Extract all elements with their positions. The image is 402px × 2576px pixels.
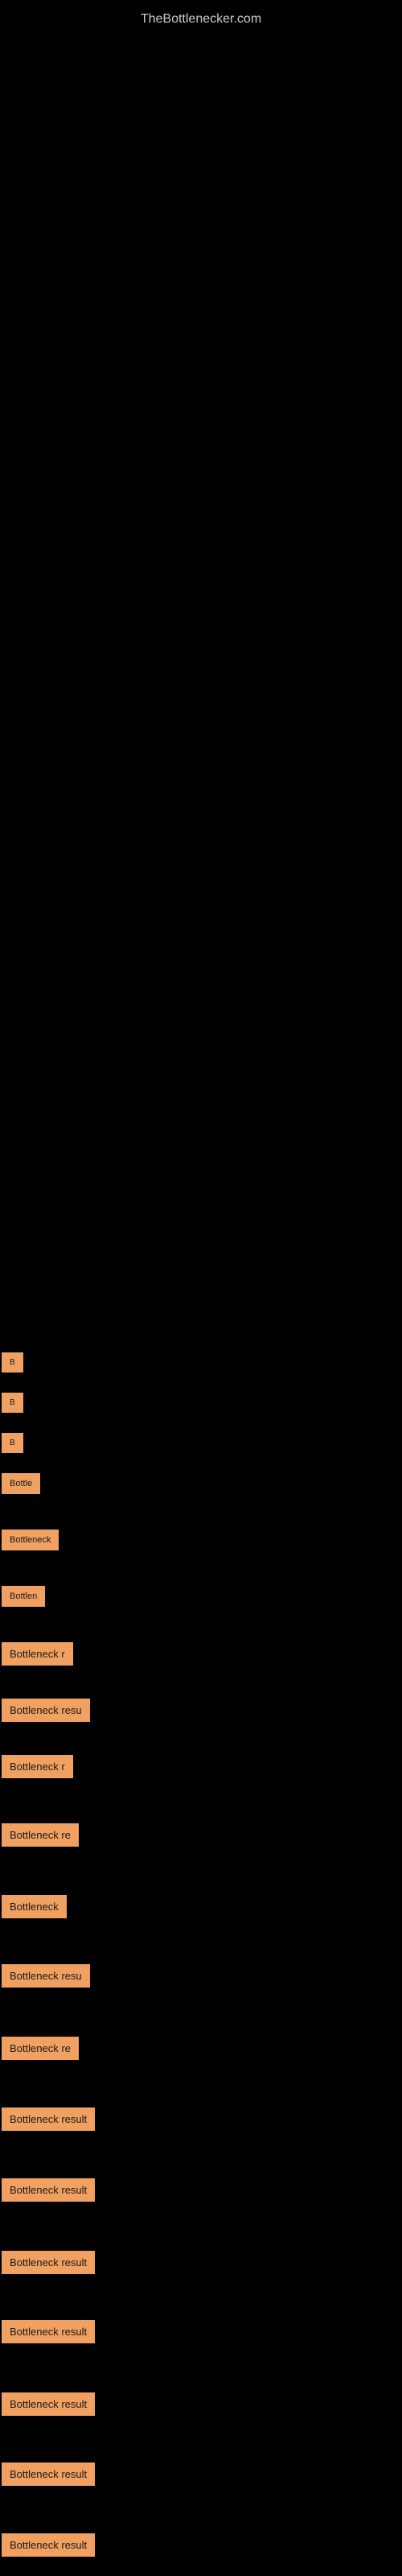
result-row-6: Bottlen — [0, 1586, 45, 1607]
result-row-8: Bottleneck resu — [0, 1699, 90, 1722]
result-row-5: Bottleneck — [0, 1530, 59, 1550]
result-badge-16: Bottleneck result — [2, 2251, 95, 2274]
result-badge-6: Bottlen — [2, 1586, 45, 1607]
result-badge-7: Bottleneck r — [2, 1642, 73, 1666]
result-badge-11: Bottleneck — [2, 1895, 67, 1918]
result-badge-3: B — [2, 1433, 23, 1453]
result-row-18: Bottleneck result — [0, 2392, 95, 2416]
result-badge-9: Bottleneck r — [2, 1755, 73, 1778]
result-badge-18: Bottleneck result — [2, 2392, 95, 2416]
result-badge-12: Bottleneck resu — [2, 1964, 90, 1988]
result-row-4: Bottle — [0, 1473, 40, 1494]
result-row-10: Bottleneck re — [0, 1823, 79, 1847]
result-badge-14: Bottleneck result — [2, 2107, 95, 2131]
result-row-11: Bottleneck — [0, 1895, 67, 1918]
result-badge-10: Bottleneck re — [2, 1823, 79, 1847]
result-badge-20: Bottleneck result — [2, 2533, 95, 2557]
result-row-17: Bottleneck result — [0, 2320, 95, 2343]
result-badge-2: B — [2, 1393, 23, 1413]
result-badge-1: B — [2, 1352, 23, 1373]
result-badge-4: Bottle — [2, 1473, 40, 1494]
result-badge-8: Bottleneck resu — [2, 1699, 90, 1722]
result-row-1: B — [0, 1352, 23, 1373]
result-row-19: Bottleneck result — [0, 2462, 95, 2486]
result-row-2: B — [0, 1393, 23, 1413]
result-badge-17: Bottleneck result — [2, 2320, 95, 2343]
result-badge-15: Bottleneck result — [2, 2178, 95, 2202]
result-row-13: Bottleneck re — [0, 2037, 79, 2060]
result-row-9: Bottleneck r — [0, 1755, 73, 1778]
result-row-20: Bottleneck result — [0, 2533, 95, 2557]
result-row-7: Bottleneck r — [0, 1642, 73, 1666]
result-badge-5: Bottleneck — [2, 1530, 59, 1550]
result-badge-13: Bottleneck re — [2, 2037, 79, 2060]
result-row-3: B — [0, 1433, 23, 1453]
result-badge-19: Bottleneck result — [2, 2462, 95, 2486]
result-row-15: Bottleneck result — [0, 2178, 95, 2202]
result-row-16: Bottleneck result — [0, 2251, 95, 2274]
result-row-12: Bottleneck resu — [0, 1964, 90, 1988]
site-title: TheBottlenecker.com — [0, 4, 402, 35]
result-row-14: Bottleneck result — [0, 2107, 95, 2131]
